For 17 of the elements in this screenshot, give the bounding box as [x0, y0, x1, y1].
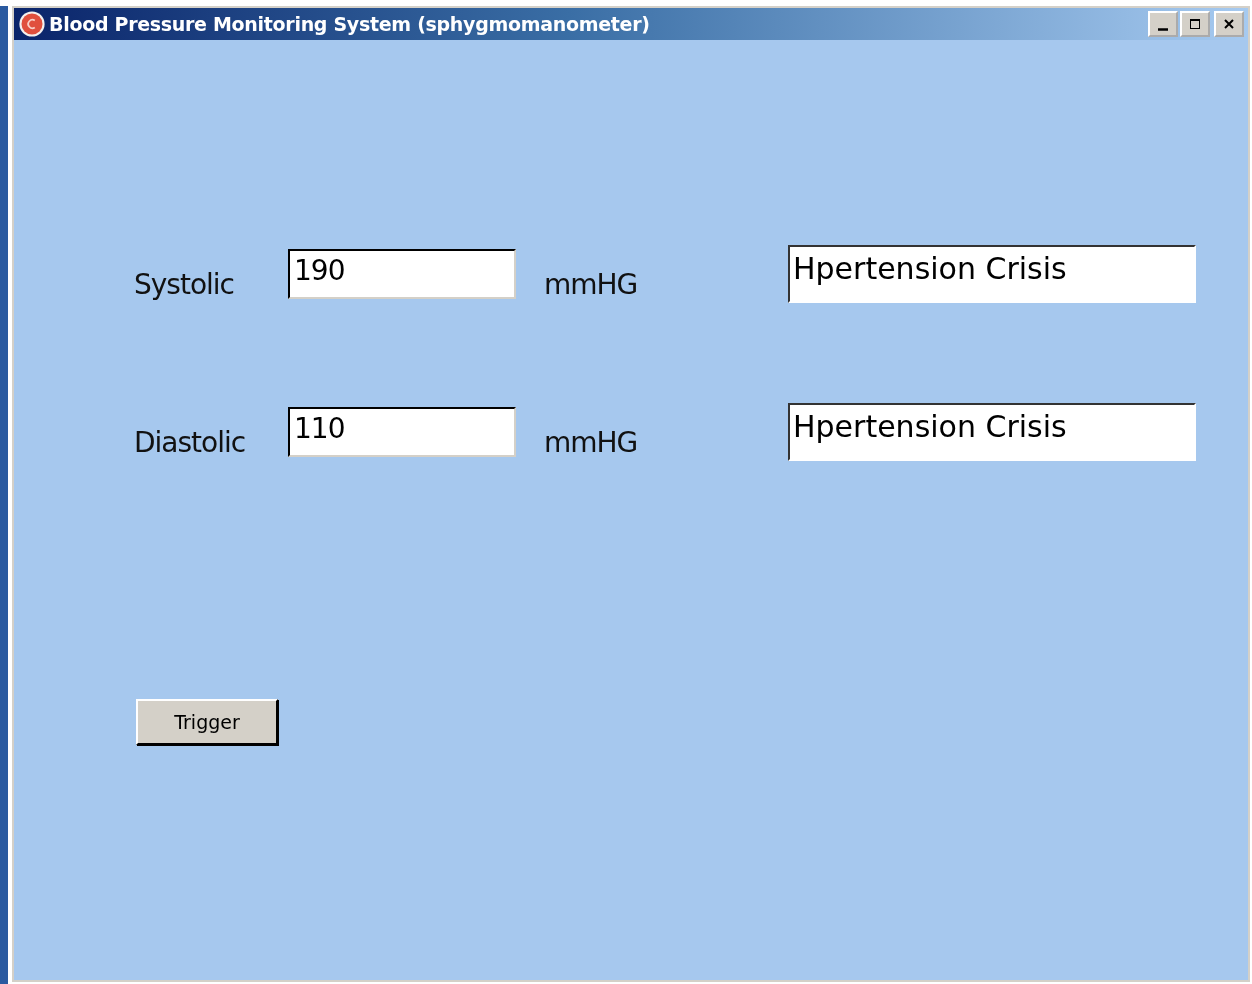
- input-field[interactable]: 190: [288, 249, 516, 299]
- unit-label: mmHG: [543, 424, 639, 459]
- window-title: Blood Pressure Monitoring System (sphygmomanometer): [49, 13, 650, 35]
- input-field[interactable]: 110: [288, 407, 516, 457]
- maximize-icon: [1188, 17, 1202, 31]
- unit-label: mmHG: [543, 266, 639, 301]
- maximize-button[interactable]: [1180, 11, 1210, 37]
- field-label: Systolic: [134, 266, 235, 301]
- result-field[interactable]: Hpertension Crisis: [788, 245, 1196, 303]
- minimize-button[interactable]: [1148, 11, 1178, 37]
- trigger-button[interactable]: Trigger: [136, 699, 278, 745]
- app-icon[interactable]: [18, 10, 46, 38]
- close-button[interactable]: [1214, 11, 1244, 37]
- result-field[interactable]: Hpertension Crisis: [788, 403, 1196, 461]
- close-icon: [1222, 17, 1236, 31]
- field-label: Diastolic: [134, 424, 247, 459]
- minimize-icon: [1158, 27, 1168, 31]
